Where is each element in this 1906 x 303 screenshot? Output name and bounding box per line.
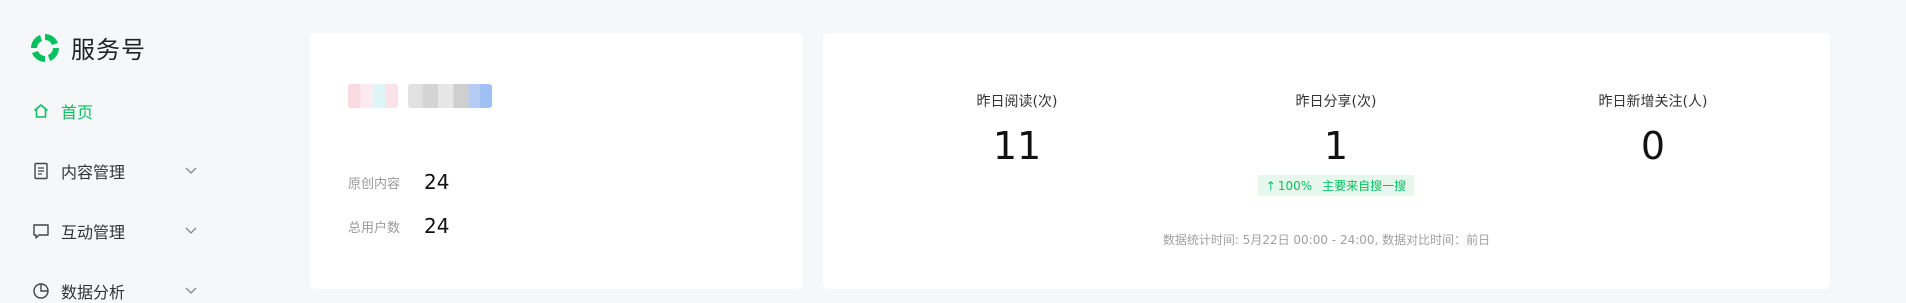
brand[interactable]: 服务号 — [28, 30, 146, 65]
chevron-down-icon — [185, 287, 197, 294]
change-badge: ↑ 100% 主要来自搜一搜 — [1257, 175, 1415, 196]
stat-original-content: 原创内容 24 — [348, 170, 449, 194]
chevron-down-icon — [185, 167, 197, 174]
metric-label: 昨日分享(次) — [1295, 94, 1377, 110]
change-source: 主要来自搜一搜 — [1322, 179, 1407, 193]
arrow-up-icon: ↑ — [1265, 179, 1276, 193]
metrics-card: 昨日阅读(次) 11 昨日分享(次) 1 ↑ 100% 主要来自搜一搜 昨日新增关注… — [823, 33, 1830, 289]
stat-total-users: 总用户数 24 — [348, 214, 449, 238]
metric-value: 11 — [992, 124, 1042, 168]
document-icon — [30, 160, 52, 182]
brand-title: 服务号 — [71, 36, 146, 64]
service-account-logo-icon — [31, 33, 59, 62]
sidebar-item-label: 数据分析 — [61, 283, 126, 302]
sidebar-item-analytics[interactable]: 数据分析 — [30, 279, 197, 303]
avatar[interactable] — [348, 84, 398, 108]
stats-footnote: 数据统计时间: 5月22日 00:00 - 24:00, 数据对比时间：前日 — [1162, 233, 1491, 247]
home-icon — [30, 100, 52, 122]
metric-shares[interactable]: 昨日分享(次) 1 ↑ 100% 主要来自搜一搜 — [1226, 91, 1446, 196]
dashboard-page: 服务号 首页 内容管理 互动管理 数据分析 原创内容 24 总用户数 24 昨日… — [0, 0, 1906, 303]
sidebar-item-interaction[interactable]: 互动管理 — [30, 219, 197, 243]
metric-value: 0 — [1640, 124, 1666, 168]
metric-value: 1 — [1323, 124, 1349, 168]
stat-label: 总用户数 — [348, 220, 401, 236]
chevron-down-icon — [185, 227, 197, 234]
sidebar-item-label: 互动管理 — [61, 223, 126, 242]
account-name-redacted — [408, 84, 492, 108]
metric-reads[interactable]: 昨日阅读(次) 11 — [907, 91, 1127, 167]
metric-new-followers[interactable]: 昨日新增关注(人) 0 — [1543, 91, 1763, 167]
account-card: 原创内容 24 总用户数 24 — [310, 33, 803, 289]
sidebar-item-content[interactable]: 内容管理 — [30, 159, 197, 183]
pie-chart-icon — [30, 280, 52, 302]
metric-label: 昨日阅读(次) — [976, 94, 1058, 110]
sidebar-item-home[interactable]: 首页 — [30, 99, 93, 123]
metric-label: 昨日新增关注(人) — [1598, 94, 1708, 110]
sidebar-item-label: 内容管理 — [61, 163, 126, 182]
sidebar-item-label: 首页 — [61, 103, 94, 122]
change-percent: 100% — [1277, 179, 1313, 193]
stat-value: 24 — [424, 214, 450, 238]
stat-label: 原创内容 — [348, 176, 401, 192]
stat-value: 24 — [424, 170, 450, 194]
chat-icon — [30, 220, 52, 242]
sidebar: 服务号 首页 内容管理 互动管理 数据分析 — [0, 0, 290, 303]
